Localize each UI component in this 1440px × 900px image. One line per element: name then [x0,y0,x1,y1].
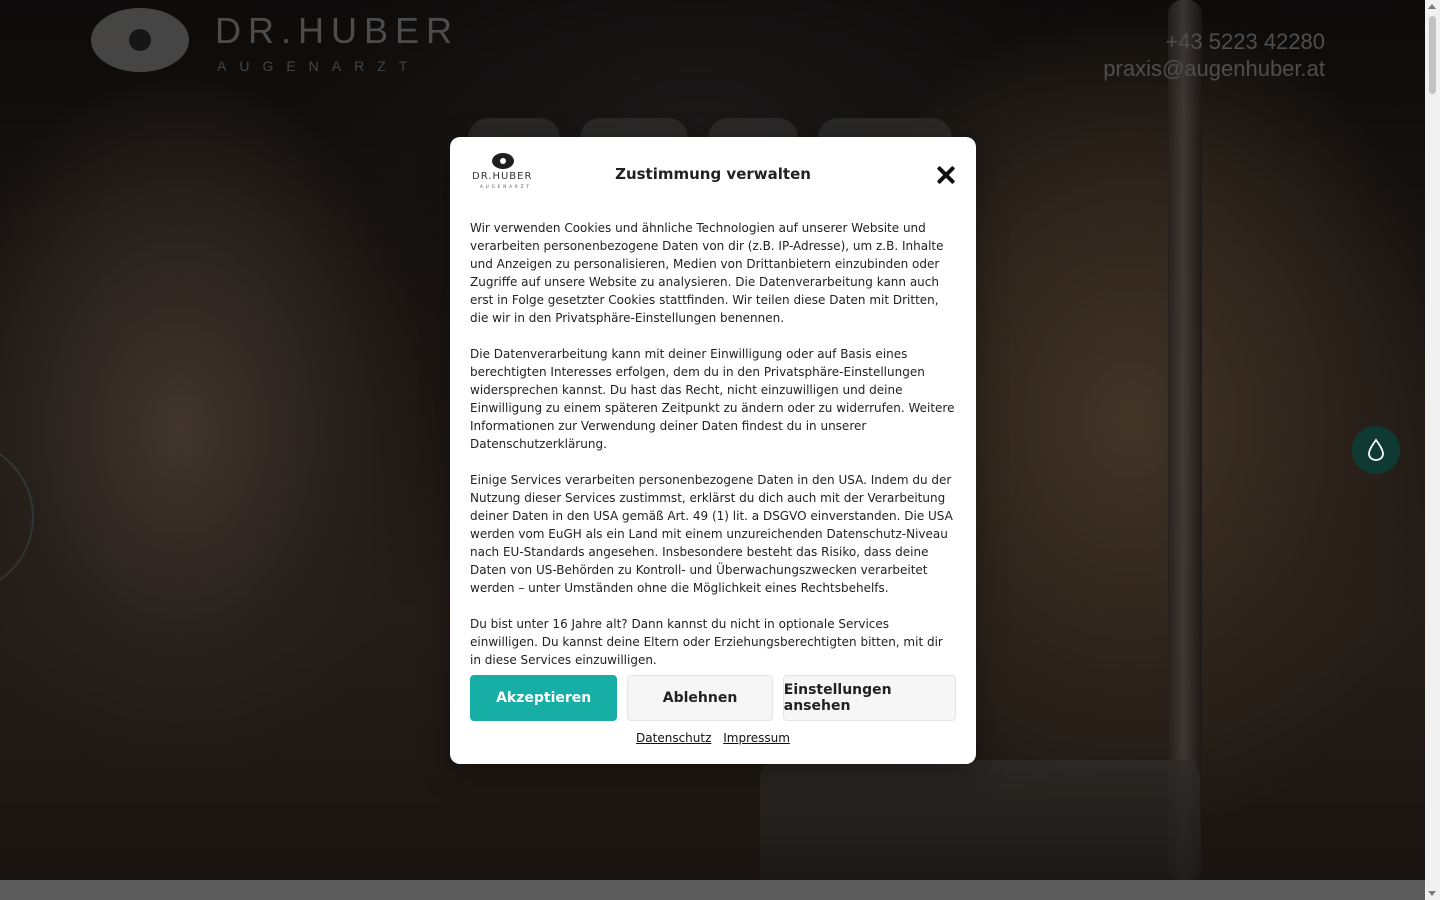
privacy-link[interactable]: Datenschutz [636,731,711,745]
dialog-logo-subtitle: AUGENARZT [480,184,532,189]
dialog-body: Wir verwenden Cookies und ähnliche Techn… [470,219,956,687]
dialog-paragraph: Die Datenverarbeitung kann mit deiner Ei… [470,347,955,451]
deny-button[interactable]: Ablehnen [627,675,773,721]
page-scrollbar[interactable] [1425,0,1440,900]
scroll-up-icon[interactable] [1428,4,1436,9]
consent-dialog: DR.HUBER AUGENARZT Zustimmung verwalten … [450,137,976,764]
scroll-down-icon[interactable] [1428,891,1436,896]
scrollbar-thumb[interactable] [1429,16,1436,94]
dialog-paragraph: Du bist unter 16 Jahre alt? Dann kannst … [470,617,943,667]
view-settings-button[interactable]: Einstellungen ansehen [782,675,956,721]
drop-icon [1368,438,1384,461]
footer-strip [0,880,1425,900]
dialog-paragraph: Wir verwenden Cookies und ähnliche Techn… [470,221,944,325]
dialog-paragraph: Einige Services verarbeiten personenbezo… [470,473,953,595]
dialog-links: Datenschutz Impressum [450,731,976,745]
accept-button[interactable]: Akzeptieren [470,675,618,721]
dialog-actions: Akzeptieren Ablehnen Einstellungen anseh… [470,675,956,721]
dialog-title: Zustimmung verwalten [615,165,811,183]
drop-button[interactable] [1352,426,1400,474]
imprint-link[interactable]: Impressum [723,731,790,745]
close-icon[interactable] [936,165,956,185]
